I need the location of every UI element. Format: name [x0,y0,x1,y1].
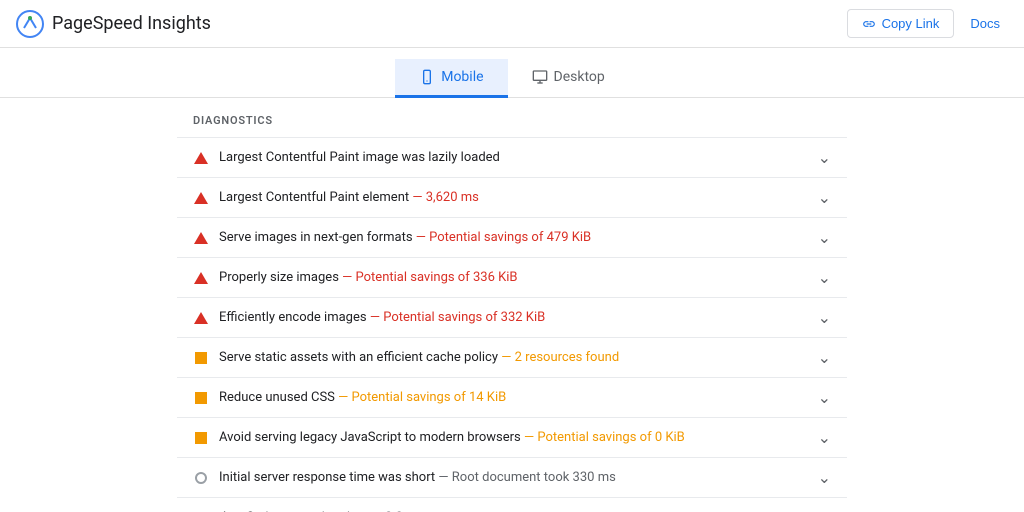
diag-text: Efficiently encode images — Potential sa… [219,310,545,325]
logo-icon [16,10,44,38]
main-content: DIAGNOSTICS Largest Contentful Paint ima… [0,98,1024,512]
diag-item-lcp-lazy[interactable]: Largest Contentful Paint image was lazil… [177,137,847,177]
tab-mobile-label: Mobile [441,69,483,85]
diag-detail: — Potential savings of 336 KiB [342,270,517,285]
chevron-down-icon: ⌄ [818,308,831,327]
diag-detail: — 3,620 ms [412,190,479,205]
diag-left: Avoid serving legacy JavaScript to moder… [193,430,818,446]
diag-item-cache-policy[interactable]: Serve static assets with an efficient ca… [177,337,847,377]
diag-detail: — 2 resources found [501,350,619,365]
warning-icon [193,390,209,406]
diag-text: Serve images in next-gen formats — Poten… [219,230,591,245]
diag-detail: — Potential savings of 14 KiB [338,390,506,405]
diag-left: Initial server response time was short —… [193,470,818,486]
diag-text: Initial server response time was short —… [219,470,616,485]
diag-item-next-gen-formats[interactable]: Serve images in next-gen formats — Poten… [177,217,847,257]
diagnostics-list: Largest Contentful Paint image was lazil… [177,137,847,512]
diag-item-properly-size[interactable]: Properly size images — Potential savings… [177,257,847,297]
header: PageSpeed Insights Copy Link Docs [0,0,1024,48]
diag-text: Avoid serving legacy JavaScript to moder… [219,430,685,445]
diagnostics-panel[interactable]: DIAGNOSTICS Largest Contentful Paint ima… [177,98,847,512]
chevron-down-icon: ⌄ [818,268,831,287]
diag-left: Serve images in next-gen formats — Poten… [193,230,818,246]
diag-left: Reduce unused CSS — Potential savings of… [193,390,818,406]
diag-left: Largest Contentful Paint image was lazil… [193,150,818,166]
diag-item-lcp-element[interactable]: Largest Contentful Paint element — 3,620… [177,177,847,217]
docs-button[interactable]: Docs [962,10,1008,37]
diag-text: Largest Contentful Paint element — 3,620… [219,190,479,205]
tab-desktop[interactable]: Desktop [508,59,629,98]
info-icon [193,470,209,486]
warning-icon [193,350,209,366]
diag-text: Serve static assets with an efficient ca… [219,350,619,365]
mobile-icon [419,69,435,85]
tab-mobile[interactable]: Mobile [395,59,507,98]
diag-item-encode-images[interactable]: Efficiently encode images — Potential sa… [177,297,847,337]
error-icon [193,230,209,246]
chevron-down-icon: ⌄ [818,188,831,207]
chevron-down-icon: ⌄ [818,428,831,447]
diag-item-server-response[interactable]: Initial server response time was short —… [177,457,847,497]
chevron-down-icon: ⌄ [818,388,831,407]
copy-link-label: Copy Link [882,16,940,31]
warning-icon [193,430,209,446]
diag-detail: — Root document took 330 ms [438,470,615,485]
diag-text: Largest Contentful Paint image was lazil… [219,150,500,165]
error-icon [193,310,209,326]
logo-area: PageSpeed Insights [16,10,211,38]
error-icon [193,190,209,206]
chevron-down-icon: ⌄ [818,228,831,247]
error-icon [193,270,209,286]
diagnostics-section-label: DIAGNOSTICS [177,114,847,137]
chevron-down-icon: ⌄ [818,468,831,487]
diag-item-js-execution[interactable]: JavaScript execution time — 0.2 s ⌄ [177,497,847,512]
diag-item-unused-css[interactable]: Reduce unused CSS — Potential savings of… [177,377,847,417]
diag-text: Reduce unused CSS — Potential savings of… [219,390,506,405]
diag-left: Serve static assets with an efficient ca… [193,350,818,366]
header-actions: Copy Link Docs [847,9,1008,38]
diag-left: Properly size images — Potential savings… [193,270,818,286]
diag-text: Properly size images — Potential savings… [219,270,518,285]
chevron-down-icon: ⌄ [818,348,831,367]
desktop-icon [532,69,548,85]
error-icon [193,150,209,166]
diag-detail: — Potential savings of 332 KiB [370,310,545,325]
link-icon [862,17,876,31]
tab-desktop-label: Desktop [554,69,605,85]
diag-detail: — Potential savings of 479 KiB [416,230,591,245]
diag-item-legacy-js[interactable]: Avoid serving legacy JavaScript to moder… [177,417,847,457]
diag-left: Efficiently encode images — Potential sa… [193,310,818,326]
diag-detail: — Potential savings of 0 KiB [524,430,685,445]
tabs-bar: Mobile Desktop [0,48,1024,98]
logo-text: PageSpeed Insights [52,13,211,34]
diag-left: Largest Contentful Paint element — 3,620… [193,190,818,206]
copy-link-button[interactable]: Copy Link [847,9,955,38]
chevron-down-icon: ⌄ [818,148,831,167]
